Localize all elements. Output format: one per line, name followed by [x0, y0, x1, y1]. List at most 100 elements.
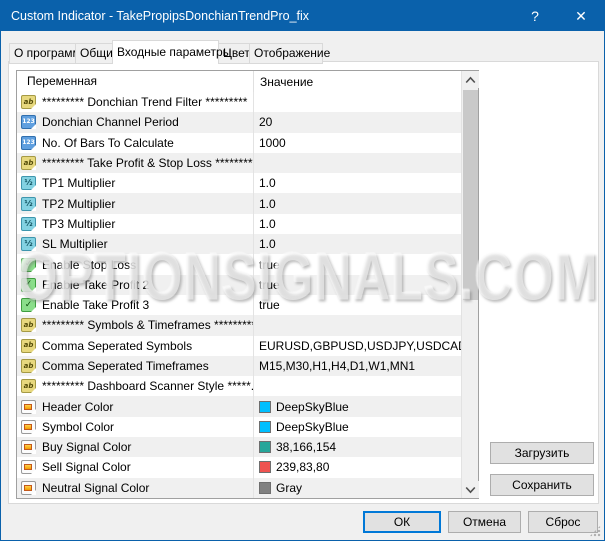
- save-button[interactable]: Сохранить: [490, 474, 594, 496]
- tab-common[interactable]: Общие: [75, 43, 113, 64]
- param-value-cell[interactable]: 1.0: [254, 214, 461, 234]
- param-value-cell[interactable]: 1.0: [254, 234, 461, 254]
- color-swatch: [259, 461, 271, 473]
- table-row[interactable]: ✓ Enable Take Profit 3 true: [17, 295, 461, 315]
- param-name: ********* Symbols & Timeframes *********: [42, 318, 254, 332]
- table-row[interactable]: ½ TP2 Multiplier 1.0: [17, 193, 461, 213]
- param-value: Gray: [276, 481, 302, 495]
- text-param-icon: ab: [21, 379, 36, 393]
- param-name: Enable Take Profit 2: [42, 278, 149, 292]
- close-button[interactable]: ✕: [558, 1, 604, 31]
- table-row[interactable]: ½ SL Multiplier 1.0: [17, 234, 461, 254]
- param-value: 1.0: [259, 197, 276, 211]
- double-param-icon: ½: [21, 197, 36, 211]
- scrollbar-thumb[interactable]: [463, 90, 478, 300]
- table-row[interactable]: ab Comma Seperated Symbols EURUSD,GBPUSD…: [17, 336, 461, 356]
- param-value-cell[interactable]: DeepSkyBlue: [254, 417, 461, 437]
- param-value-cell[interactable]: DeepSkyBlue: [254, 396, 461, 416]
- text-param-icon: ab: [21, 95, 36, 109]
- param-value-cell[interactable]: Gray: [254, 478, 461, 498]
- table-row[interactable]: ab ********* Symbols & Timeframes ******…: [17, 315, 461, 335]
- param-name-cell: ½ TP2 Multiplier: [17, 193, 254, 213]
- param-value-cell[interactable]: 20: [254, 112, 461, 132]
- column-header-variable[interactable]: Переменная: [17, 71, 254, 92]
- parameters-table: Переменная Значение ab ********* Donchia…: [16, 70, 479, 499]
- color-swatch: [259, 421, 271, 433]
- table-row[interactable]: Buy Signal Color 38,166,154: [17, 437, 461, 457]
- table-row[interactable]: ✓ Enable Take Profit 2 true: [17, 275, 461, 295]
- table-row[interactable]: Neutral Signal Color Gray: [17, 478, 461, 498]
- param-value-cell[interactable]: 239,83,80: [254, 457, 461, 477]
- color-param-icon: [21, 400, 36, 414]
- param-name: Comma Seperated Timeframes: [42, 359, 209, 373]
- param-name-cell: ✓ Enable Take Profit 2: [17, 275, 254, 295]
- table-row[interactable]: ✓ Enable Stop Loss true: [17, 254, 461, 274]
- load-button[interactable]: Загрузить: [490, 442, 594, 464]
- param-value-cell[interactable]: [254, 315, 461, 335]
- param-value-cell[interactable]: true: [254, 275, 461, 295]
- param-value-cell[interactable]: EURUSD,GBPUSD,USDJPY,USDCAD,A...: [254, 336, 461, 356]
- help-button[interactable]: ?: [512, 1, 558, 31]
- param-value-cell[interactable]: 1.0: [254, 193, 461, 213]
- param-name-cell: ab ********* Take Profit & Stop Loss ***…: [17, 153, 254, 173]
- param-name-cell: Header Color: [17, 396, 254, 416]
- param-value-cell[interactable]: [254, 376, 461, 396]
- double-param-icon: ½: [21, 176, 36, 190]
- reset-button[interactable]: Сброс: [528, 511, 598, 533]
- table-row[interactable]: ½ TP3 Multiplier 1.0: [17, 214, 461, 234]
- param-name-cell: Buy Signal Color: [17, 437, 254, 457]
- param-name-cell: ✓ Enable Take Profit 3: [17, 295, 254, 315]
- param-name-cell: ab Comma Seperated Symbols: [17, 336, 254, 356]
- param-value-cell[interactable]: 1.0: [254, 173, 461, 193]
- title-bar: Custom Indicator - TakePropipsDonchianTr…: [1, 1, 604, 31]
- text-param-icon: ab: [21, 156, 36, 170]
- param-name: Buy Signal Color: [42, 440, 131, 454]
- param-value-cell[interactable]: true: [254, 254, 461, 274]
- indicator-properties-dialog: Custom Indicator - TakePropipsDonchianTr…: [0, 0, 605, 541]
- table-row[interactable]: ab ********* Donchian Trend Filter *****…: [17, 92, 461, 112]
- table-row[interactable]: Symbol Color DeepSkyBlue: [17, 417, 461, 437]
- param-name-cell: ab ********* Donchian Trend Filter *****…: [17, 92, 254, 112]
- param-name: TP2 Multiplier: [42, 197, 115, 211]
- table-row[interactable]: Sell Signal Color 239,83,80: [17, 457, 461, 477]
- param-name: Donchian Channel Period: [42, 115, 179, 129]
- scroll-up-icon[interactable]: [462, 71, 479, 88]
- param-value: DeepSkyBlue: [276, 400, 349, 414]
- titlebar-buttons: ? ✕: [512, 1, 604, 31]
- table-scrollbar[interactable]: [461, 71, 478, 498]
- table-row[interactable]: ½ TP1 Multiplier 1.0: [17, 173, 461, 193]
- scroll-down-icon[interactable]: [462, 481, 479, 498]
- table-row[interactable]: 123 No. Of Bars To Calculate 1000: [17, 133, 461, 153]
- param-value-cell[interactable]: [254, 92, 461, 112]
- bool-param-icon: ✓: [21, 278, 36, 292]
- table-row[interactable]: ab Comma Seperated Timeframes M15,M30,H1…: [17, 356, 461, 376]
- param-name-cell: ½ TP1 Multiplier: [17, 173, 254, 193]
- param-name-cell: ✓ Enable Stop Loss: [17, 254, 254, 274]
- param-value-cell[interactable]: 1000: [254, 133, 461, 153]
- param-name-cell: ½ TP3 Multiplier: [17, 214, 254, 234]
- color-swatch: [259, 441, 271, 453]
- param-value-cell[interactable]: [254, 153, 461, 173]
- cancel-button[interactable]: Отмена: [448, 511, 521, 533]
- param-value-cell[interactable]: true: [254, 295, 461, 315]
- param-name: TP1 Multiplier: [42, 176, 115, 190]
- column-header-value[interactable]: Значение: [254, 75, 478, 89]
- param-value-cell[interactable]: 38,166,154: [254, 437, 461, 457]
- table-row[interactable]: 123 Donchian Channel Period 20: [17, 112, 461, 132]
- table-row[interactable]: ab ********* Take Profit & Stop Loss ***…: [17, 153, 461, 173]
- ok-button[interactable]: ОК: [363, 511, 441, 533]
- color-swatch: [259, 482, 271, 494]
- param-value: DeepSkyBlue: [276, 420, 349, 434]
- tab-bar: О программе Общие Входные параметры Цвет…: [9, 39, 322, 64]
- table-row[interactable]: ab ********* Dashboard Scanner Style ***…: [17, 376, 461, 396]
- double-param-icon: ½: [21, 217, 36, 231]
- tab-visualization[interactable]: Отображение: [249, 43, 323, 64]
- tab-about[interactable]: О программе: [9, 43, 76, 64]
- param-name-cell: Neutral Signal Color: [17, 478, 254, 498]
- param-name: TP3 Multiplier: [42, 217, 115, 231]
- param-name: Comma Seperated Symbols: [42, 339, 192, 353]
- table-row[interactable]: Header Color DeepSkyBlue: [17, 396, 461, 416]
- param-value-cell[interactable]: M15,M30,H1,H4,D1,W1,MN1: [254, 356, 461, 376]
- tab-inputs[interactable]: Входные параметры: [112, 40, 219, 64]
- table-header: Переменная Значение: [17, 71, 478, 92]
